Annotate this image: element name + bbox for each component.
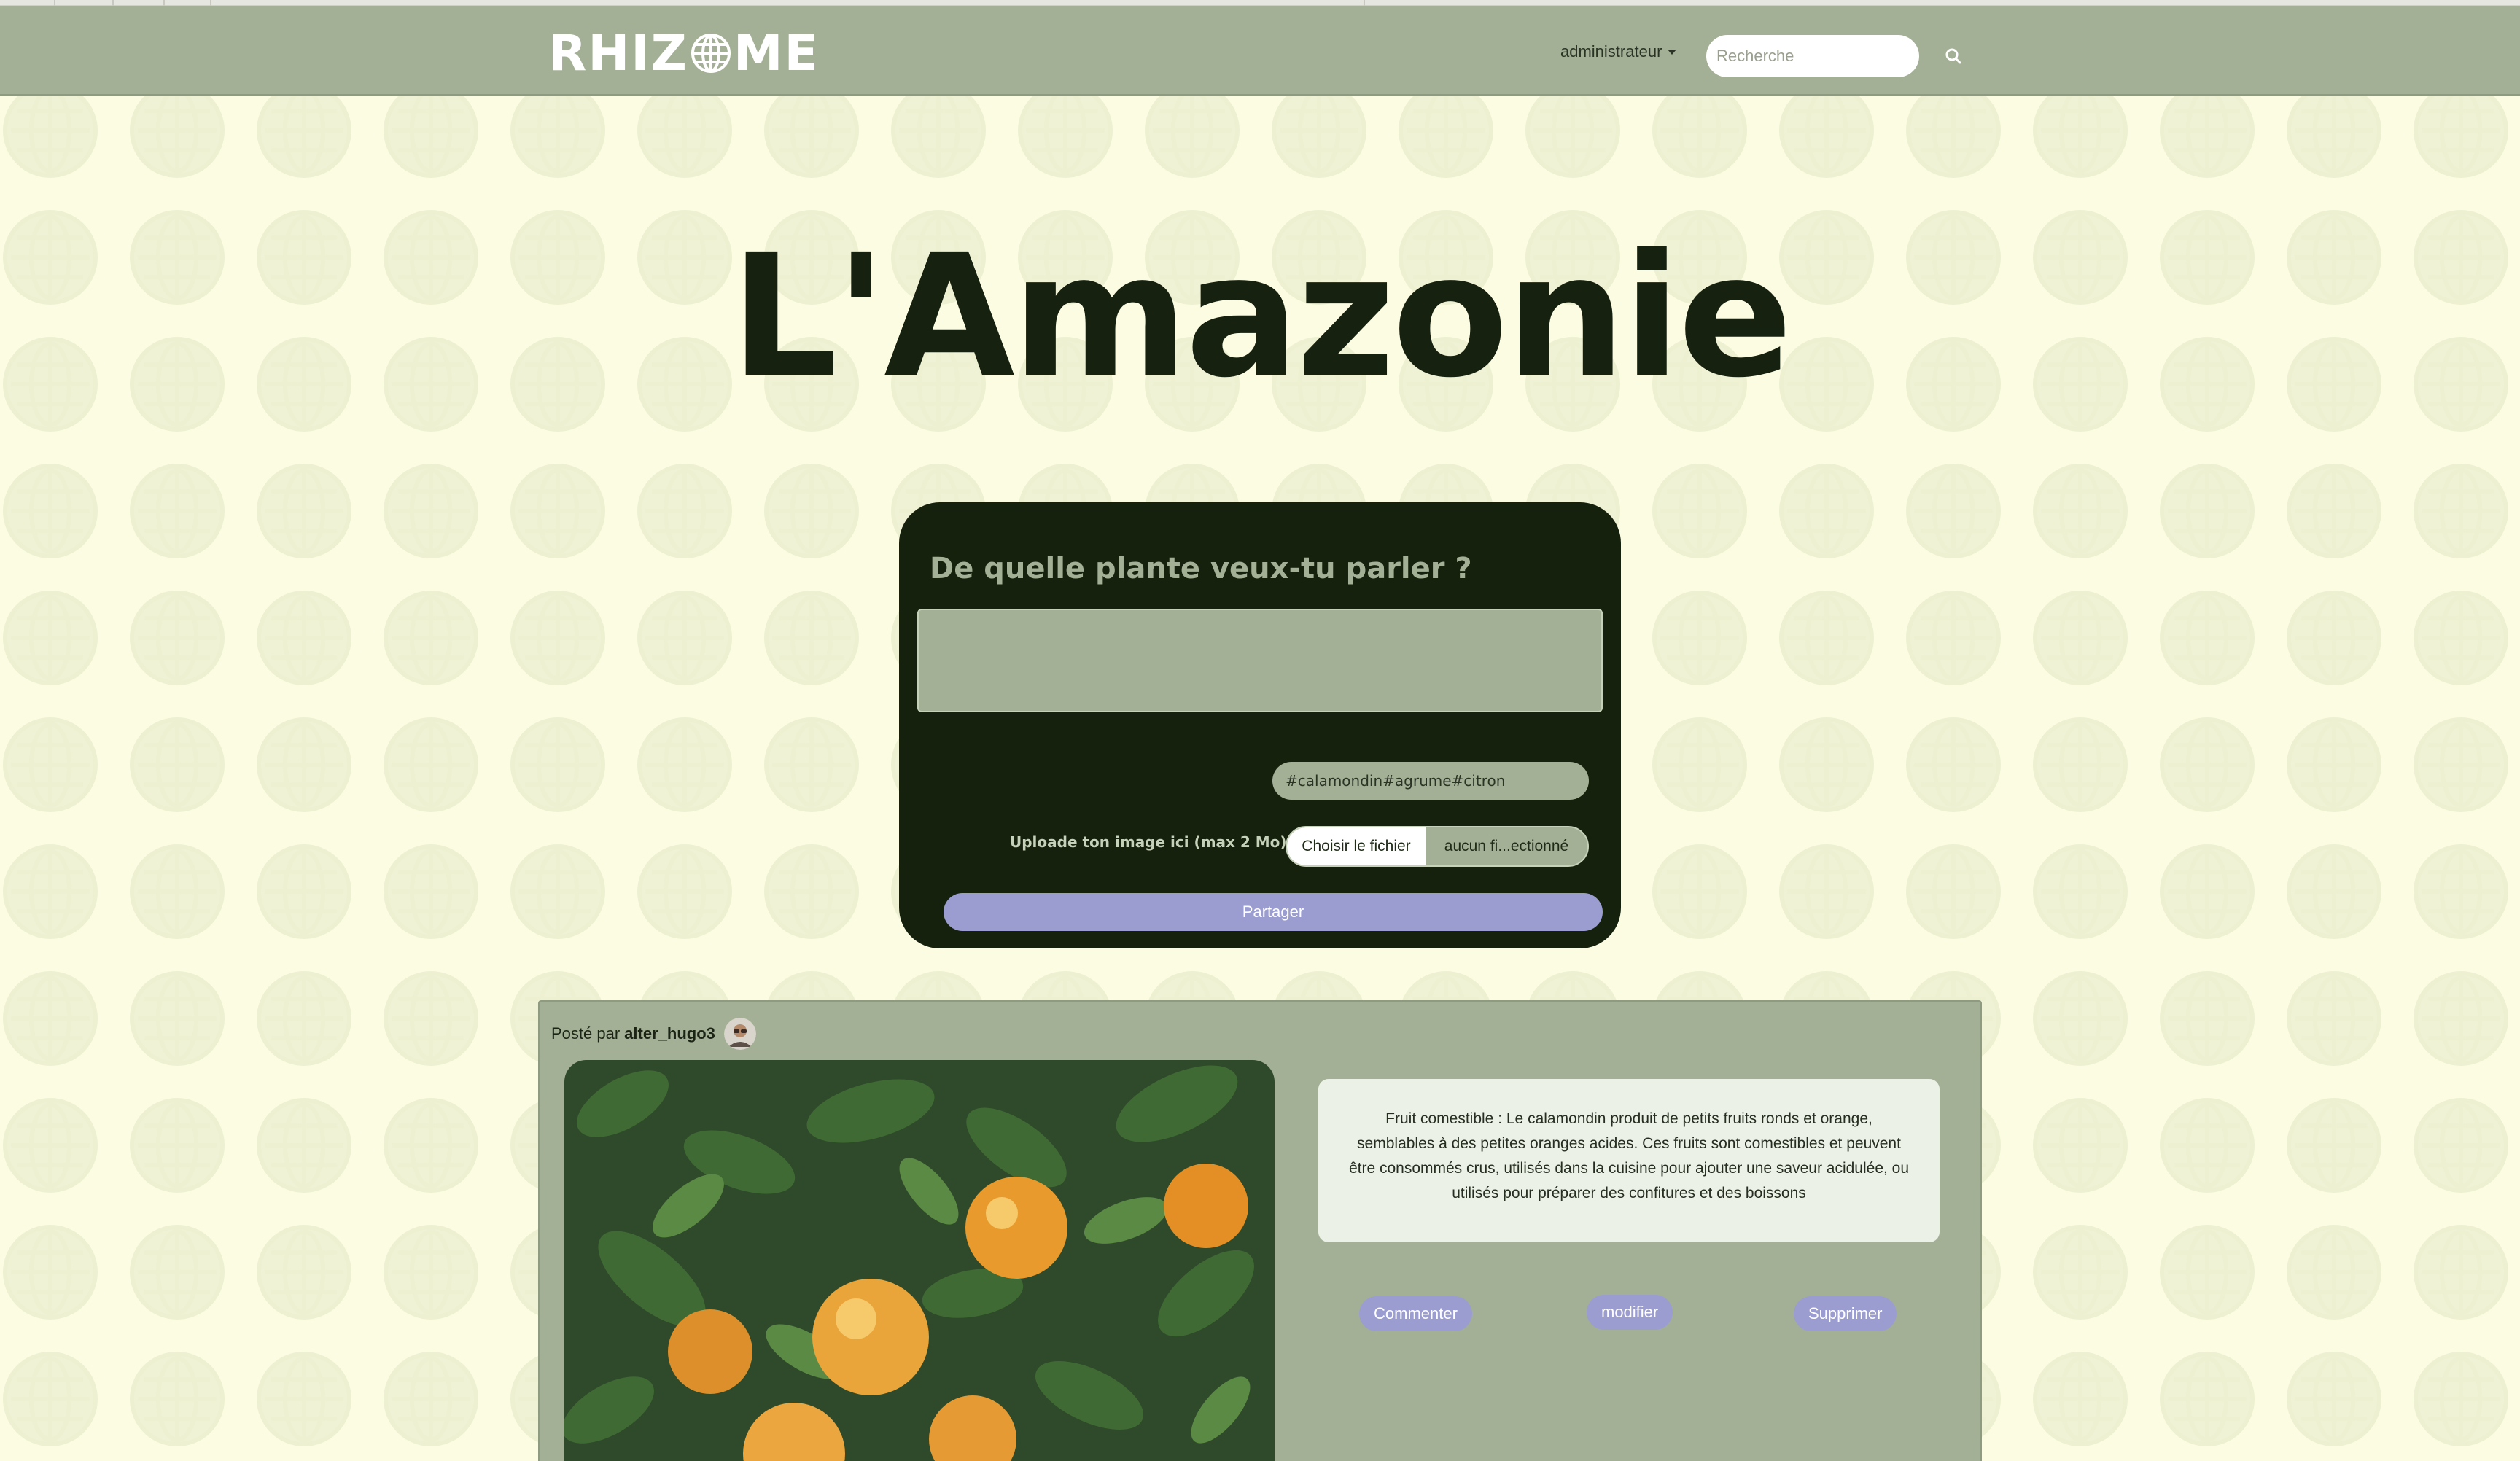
- file-status-text: aucun fi...ectionné: [1444, 838, 1569, 854]
- choose-file-button[interactable]: Choisir le fichier: [1287, 827, 1426, 865]
- delete-button[interactable]: Supprimer: [1794, 1296, 1897, 1331]
- post-image-calamondin: [564, 1060, 1275, 1461]
- upload-label: Uploade ton image ici (max 2 Mo): [1010, 833, 1287, 851]
- edit-button[interactable]: modifier: [1587, 1295, 1673, 1330]
- search-icon[interactable]: [1942, 45, 1964, 67]
- navbar: RHIZ ME administrateur: [0, 6, 2520, 96]
- user-menu-dropdown[interactable]: administrateur: [1560, 42, 1677, 61]
- new-post-form: De quelle plante veux-tu parler ? #calam…: [899, 502, 1621, 948]
- search-input[interactable]: [1706, 35, 1919, 77]
- share-button[interactable]: Partager: [944, 893, 1603, 931]
- user-menu-label: administrateur: [1560, 42, 1662, 61]
- rhizome-logo[interactable]: RHIZ ME: [548, 24, 820, 82]
- avatar: [723, 1018, 756, 1050]
- post-textarea[interactable]: [917, 609, 1603, 712]
- form-question: De quelle plante veux-tu parler ?: [930, 552, 1472, 585]
- caret-down-icon: [1668, 49, 1677, 55]
- post-author-link[interactable]: alter_hugo3: [624, 1024, 715, 1043]
- post-text: Fruit comestible : Le calamondin produit…: [1318, 1079, 1940, 1242]
- comment-button[interactable]: Commenter: [1359, 1296, 1472, 1331]
- globe-icon: [691, 34, 731, 73]
- posted-by-prefix: Posté par: [551, 1024, 621, 1043]
- page-title: L'Amazonie: [730, 218, 1792, 415]
- logo-text-left: RHIZ: [548, 24, 688, 82]
- post-meta: Posté par alter_hugo3: [551, 1018, 756, 1050]
- file-input[interactable]: Choisir le fichier aucun fi...ectionné: [1286, 826, 1589, 867]
- browser-top-strip: [0, 0, 2520, 6]
- logo-text-right: ME: [733, 24, 820, 82]
- post-card: Posté par alter_hugo3 Fruit comestible:…: [538, 1000, 1982, 1461]
- tags-input[interactable]: #calamondin#agrume#citron: [1272, 762, 1589, 800]
